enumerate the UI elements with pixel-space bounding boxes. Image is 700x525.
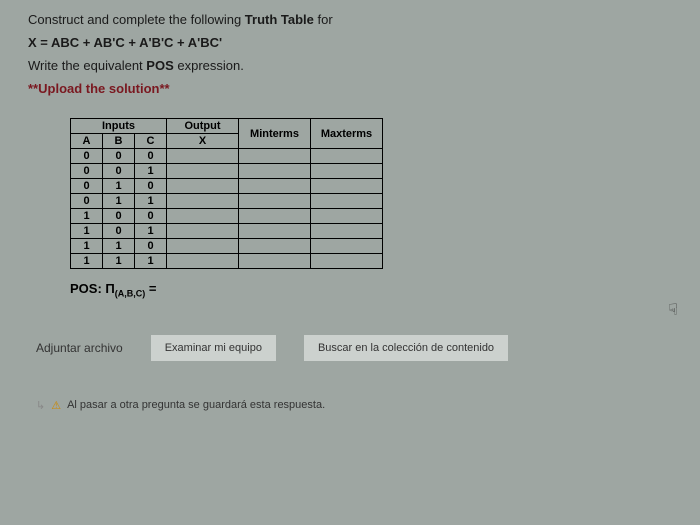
table-row: 110 xyxy=(71,239,383,254)
arrow-icon: ↳ xyxy=(36,399,45,412)
table-row: 101 xyxy=(71,224,383,239)
upload-line: **Upload the solution** xyxy=(28,81,672,96)
table-row: 100 xyxy=(71,209,383,224)
browse-computer-button[interactable]: Examinar mi equipo xyxy=(151,335,276,361)
instruction-line-3: Write the equivalent POS expression. xyxy=(28,58,672,73)
inputs-header: Inputs xyxy=(71,119,167,134)
cursor-icon: ☟ xyxy=(668,300,678,320)
maxterms-header: Maxterms xyxy=(311,119,383,149)
table-row: 001 xyxy=(71,164,383,179)
warning-icon: ⚠ xyxy=(51,399,61,412)
table-row: 111 xyxy=(71,254,383,269)
col-c-header: C xyxy=(135,134,167,149)
table-row: 011 xyxy=(71,194,383,209)
formula-line: X = ABC + AB'C + A'B'C + A'BC' xyxy=(28,35,672,50)
browse-collection-button[interactable]: Buscar en la colección de contenido xyxy=(304,335,508,361)
truth-table: Inputs Output Minterms Maxterms A B C X … xyxy=(70,118,383,269)
col-a-header: A xyxy=(71,134,103,149)
minterms-header: Minterms xyxy=(239,119,311,149)
col-x-header: X xyxy=(167,134,239,149)
pos-expression: POS: Π(A,B,C) = xyxy=(70,281,672,299)
save-note: ↳ ⚠ Al pasar a otra pregunta se guardará… xyxy=(36,399,672,412)
col-b-header: B xyxy=(103,134,135,149)
attach-label: Adjuntar archivo xyxy=(36,341,123,355)
output-header: Output xyxy=(167,119,239,134)
instruction-line-1: Construct and complete the following Tru… xyxy=(28,12,672,27)
table-row: 010 xyxy=(71,179,383,194)
table-row: 000 xyxy=(71,149,383,164)
